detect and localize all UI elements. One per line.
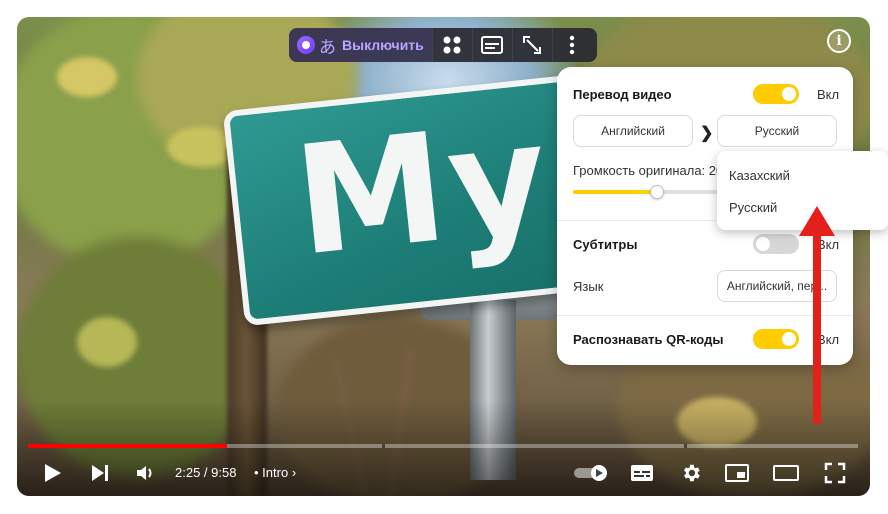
target-language-select[interactable]: Русский bbox=[717, 115, 837, 147]
progress-bar[interactable] bbox=[28, 444, 858, 448]
volume-slider-fill bbox=[573, 190, 657, 194]
grid-icon bbox=[443, 36, 461, 54]
chapter-label: • Intro bbox=[254, 465, 289, 480]
street-sign: My bbox=[222, 73, 604, 327]
skip-next-icon bbox=[92, 465, 108, 481]
source-language-select[interactable]: Английский bbox=[573, 115, 693, 147]
subtitles-title: Субтитры bbox=[573, 237, 638, 252]
theater-icon bbox=[773, 465, 799, 481]
expand-icon bbox=[523, 36, 542, 54]
expand-button[interactable] bbox=[511, 28, 552, 62]
subtitles-toolbar-button[interactable] bbox=[471, 28, 512, 62]
leaf-highlight bbox=[77, 317, 137, 367]
leaf-highlight bbox=[57, 57, 117, 97]
translate-icon: あ bbox=[319, 37, 336, 58]
annotation-arrow-head bbox=[799, 206, 835, 236]
chevron-right-icon: › bbox=[291, 465, 297, 480]
theater-mode-button[interactable] bbox=[770, 458, 802, 488]
dropdown-option[interactable]: Казахский bbox=[729, 168, 790, 183]
more-button[interactable] bbox=[551, 28, 592, 62]
fullscreen-icon bbox=[824, 462, 846, 484]
volume-slider-thumb[interactable] bbox=[650, 185, 664, 199]
video-translation-toggle-label: Вкл bbox=[817, 87, 840, 102]
volume-icon bbox=[137, 466, 152, 480]
video-translation-title: Перевод видео bbox=[573, 87, 672, 102]
autoplay-toggle[interactable] bbox=[572, 458, 610, 488]
settings-button[interactable] bbox=[676, 458, 706, 488]
miniplayer-icon bbox=[725, 464, 749, 482]
original-volume-label: Громкость оригинала: 20 bbox=[573, 163, 724, 178]
street-sign-text: My bbox=[287, 89, 560, 290]
chevron-right-icon: ❯ bbox=[700, 125, 714, 142]
video-translation-toggle[interactable] bbox=[753, 84, 799, 104]
subtitles-button[interactable] bbox=[626, 458, 658, 488]
gear-icon bbox=[684, 464, 700, 482]
subtitles-toggle[interactable] bbox=[753, 234, 799, 254]
info-icon[interactable]: i bbox=[827, 29, 851, 53]
play-icon bbox=[45, 464, 61, 482]
page: My あ Выключить i Перевод видео Вкл Англи… bbox=[0, 0, 888, 514]
more-icon bbox=[570, 35, 575, 55]
chapter-marker bbox=[382, 444, 385, 448]
next-button[interactable] bbox=[86, 458, 114, 488]
subtitles-icon bbox=[631, 465, 653, 481]
subtitles-language-label: Язык bbox=[573, 279, 604, 294]
qr-recognition-toggle[interactable] bbox=[753, 329, 799, 349]
chapter-marker bbox=[684, 444, 687, 448]
progress-bar-fill bbox=[28, 444, 227, 448]
fullscreen-button[interactable] bbox=[820, 458, 850, 488]
disable-translation-button[interactable]: あ Выключить bbox=[289, 28, 432, 62]
translator-toolbar: あ Выключить bbox=[289, 28, 597, 62]
volume-button[interactable] bbox=[132, 458, 160, 488]
miniplayer-button[interactable] bbox=[722, 458, 752, 488]
chapter-title[interactable]: • Intro › bbox=[254, 465, 296, 480]
annotation-arrow-shaft bbox=[813, 226, 821, 424]
grid-button[interactable] bbox=[431, 28, 472, 62]
play-button[interactable] bbox=[38, 458, 68, 488]
original-volume-slider[interactable] bbox=[573, 185, 723, 199]
dropdown-option[interactable]: Русский bbox=[729, 200, 777, 215]
subtitles-icon bbox=[481, 36, 504, 54]
disable-translation-label: Выключить bbox=[342, 37, 424, 53]
divider bbox=[557, 315, 853, 316]
autoplay-icon bbox=[574, 465, 607, 481]
alice-icon bbox=[297, 36, 315, 54]
time-display: 2:25 / 9:58 bbox=[175, 465, 237, 480]
qr-recognition-title: Распознавать QR-коды bbox=[573, 332, 724, 347]
